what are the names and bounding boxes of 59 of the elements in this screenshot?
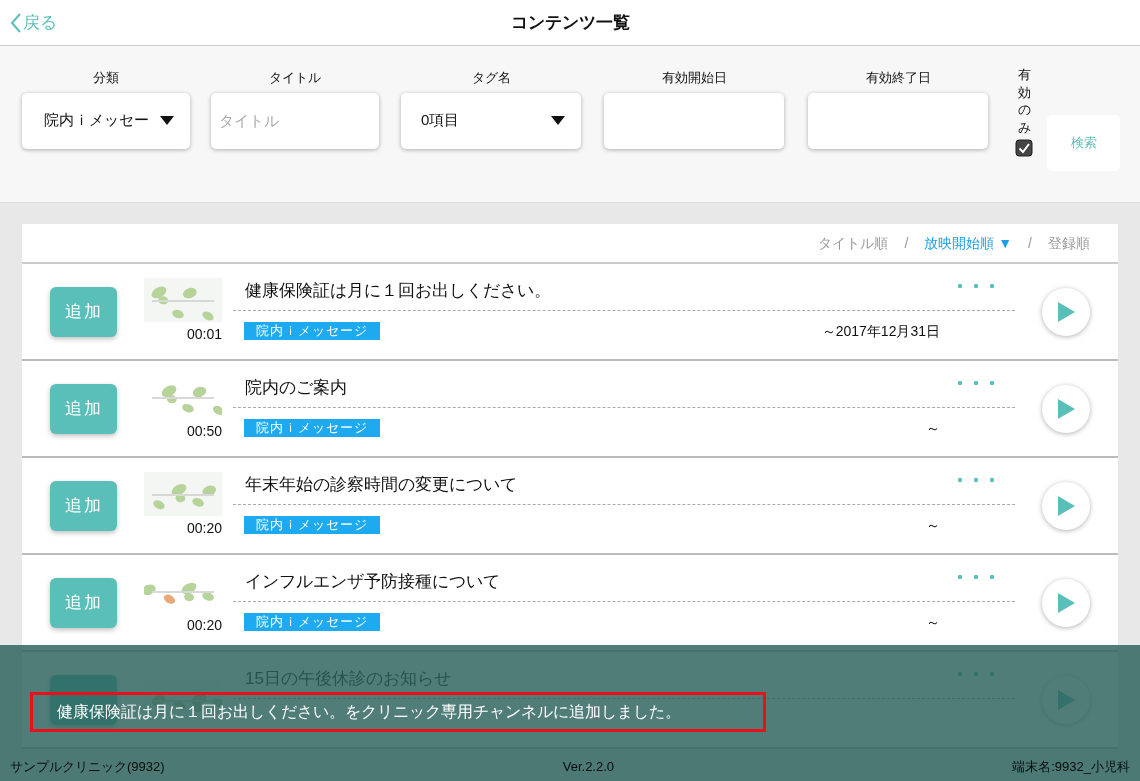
valid-only-checkbox[interactable] <box>1015 139 1033 158</box>
caret-icon <box>160 116 174 125</box>
toast-message: 健康保険証は月に１回お出しください。をクリニック専用チャンネルに追加しました。 <box>57 702 681 722</box>
search-button[interactable]: 検索 <box>1047 115 1120 171</box>
play-button[interactable] <box>1042 384 1090 433</box>
sort-option[interactable]: 放映開始順 ▼ <box>924 232 1013 254</box>
duration-text: 00:50 <box>186 422 222 441</box>
terminal-name: 端末名:9932_小児科 <box>1012 758 1130 777</box>
sort-option[interactable]: 登録順 <box>1048 232 1090 254</box>
end-date-field[interactable] <box>808 92 988 149</box>
field-label: タグ名 <box>470 69 512 87</box>
version-text: Ver.2.2.0 <box>562 758 615 777</box>
content-title: 健康保険証は月に１回お出しください。 <box>245 280 551 303</box>
play-button[interactable] <box>1042 578 1090 627</box>
content-title: 年末年始の診察時間の変更について <box>245 474 517 497</box>
category-dropdown[interactable]: 院内ｉメッセー <box>22 92 190 149</box>
play-icon <box>1057 301 1075 322</box>
checkbox-label: 有効のみ <box>1017 66 1031 137</box>
clinic-name: サンプルクリニック(9932) <box>10 758 165 777</box>
content-title: 院内のご案内 <box>245 377 347 400</box>
caret-icon <box>551 116 565 125</box>
field-label: タイトル <box>268 69 322 87</box>
tag-dropdown[interactable]: 0項目 <box>401 92 581 149</box>
back-link[interactable]: 戻る <box>10 10 57 36</box>
more-icon[interactable] <box>957 477 995 483</box>
more-icon[interactable] <box>957 380 995 386</box>
add-button[interactable]: 追加 <box>50 480 117 531</box>
period-text: ～2017年12月31日 <box>821 321 940 341</box>
add-button[interactable]: 追加 <box>50 383 117 434</box>
tag-label: 院内ｉメッセージ <box>244 321 380 341</box>
page-title: コンテンツ一覧 <box>510 11 630 34</box>
back-chevron-icon <box>10 12 21 33</box>
period-text: ～ <box>926 418 940 438</box>
duration-text: 00:20 <box>186 616 222 635</box>
start-date-field[interactable] <box>604 92 784 149</box>
play-button[interactable] <box>1042 287 1090 336</box>
more-icon[interactable] <box>957 283 995 289</box>
add-button[interactable]: 追加 <box>50 577 117 628</box>
duration-text: 00:01 <box>186 325 222 344</box>
period-text: ～ <box>926 515 940 535</box>
title-input-field[interactable]: タイトル <box>211 92 379 149</box>
field-label: 有効終了日 <box>864 69 932 87</box>
separator-slash: / <box>904 233 909 253</box>
play-icon <box>1057 398 1075 419</box>
tag-label: 院内ｉメッセージ <box>244 418 380 438</box>
period-text: ～ <box>926 612 940 632</box>
tag-label: 院内ｉメッセージ <box>244 515 380 535</box>
separator-slash: / <box>1028 233 1032 253</box>
sort-option[interactable]: タイトル順 <box>818 232 889 254</box>
play-icon <box>1057 495 1075 516</box>
field-label: 分類 <box>92 69 120 87</box>
more-icon[interactable] <box>957 574 995 580</box>
tag-label: 院内ｉメッセージ <box>244 612 380 632</box>
play-button[interactable] <box>1042 481 1090 530</box>
content-title: インフルエンザ予防接種について <box>245 571 500 594</box>
add-button[interactable]: 追加 <box>50 286 117 337</box>
field-label: 有効開始日 <box>660 69 728 87</box>
play-icon <box>1057 592 1075 613</box>
duration-text: 00:20 <box>186 519 222 538</box>
